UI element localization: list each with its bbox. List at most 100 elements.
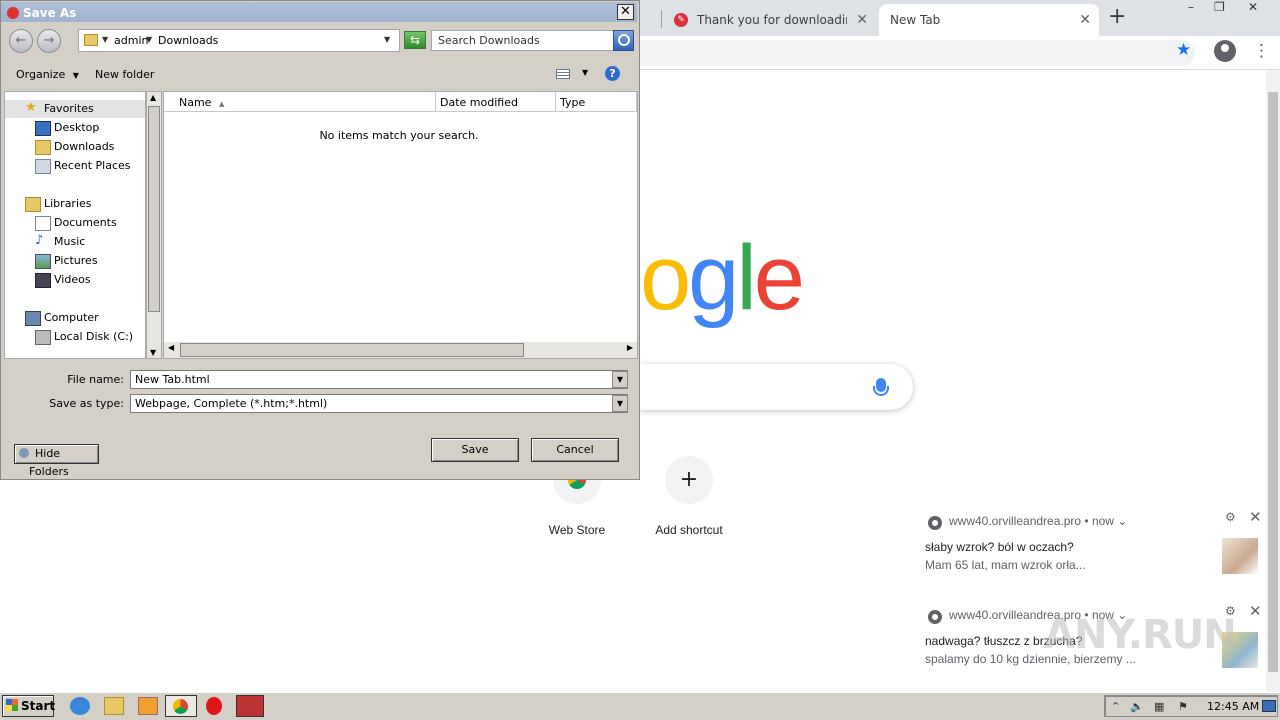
gear-icon[interactable]: ⚙ bbox=[1225, 510, 1236, 524]
watermark: ANY.RUN bbox=[1044, 612, 1237, 658]
page-scrollbar-thumb[interactable] bbox=[1268, 92, 1278, 672]
search-icon[interactable] bbox=[613, 30, 634, 51]
dialog-titlebar[interactable]: Save As bbox=[1, 2, 637, 22]
nav-label: Libraries bbox=[44, 197, 92, 210]
nav-label: Downloads bbox=[54, 140, 115, 153]
back-button[interactable]: ← bbox=[9, 29, 33, 53]
notification-time[interactable]: • now ⌄ bbox=[1084, 514, 1127, 528]
dialog-close-button[interactable]: ✕ bbox=[617, 4, 634, 20]
close-icon[interactable]: ✕ bbox=[1249, 508, 1262, 526]
nav-item-pictures[interactable]: Pictures bbox=[5, 252, 145, 270]
file-list-hscrollbar-thumb[interactable] bbox=[180, 343, 524, 357]
shortcut-add[interactable]: + Add shortcut bbox=[634, 456, 744, 546]
forward-button[interactable]: → bbox=[37, 29, 61, 53]
tab-new-tab[interactable]: New Tab ✕ bbox=[879, 4, 1099, 36]
speaker-icon[interactable]: 🔈 bbox=[1130, 700, 1144, 713]
search-input[interactable]: Search Downloads bbox=[431, 30, 614, 51]
new-tab-button[interactable]: + bbox=[1108, 4, 1126, 29]
internet-explorer-icon[interactable] bbox=[70, 697, 90, 715]
tab-separator bbox=[661, 10, 662, 28]
nav-label: Recent Places bbox=[54, 159, 131, 172]
nav-item-local-disk[interactable]: Local Disk (C:) bbox=[5, 328, 145, 346]
flag-icon[interactable]: ⚑ bbox=[1178, 700, 1188, 713]
address-bar[interactable] bbox=[640, 40, 1195, 66]
clock[interactable]: 12:45 AM bbox=[1207, 700, 1259, 713]
chevron-down-icon[interactable]: ▼ bbox=[582, 68, 588, 77]
libraries-icon bbox=[25, 197, 41, 212]
nav-item-favorites[interactable]: ★ Favorites bbox=[5, 100, 145, 118]
chrome-icon bbox=[173, 699, 188, 714]
organize-button[interactable]: Organize ▼ bbox=[16, 68, 79, 81]
show-desktop-icon[interactable] bbox=[1262, 700, 1276, 712]
bookmark-star-icon[interactable]: ★ bbox=[1176, 40, 1191, 60]
notification[interactable]: www40.orvilleandrea.pro • now ⌄ ⚙ ✕ słab… bbox=[912, 508, 1266, 590]
nav-label: Music bbox=[54, 235, 86, 248]
microphone-icon[interactable] bbox=[873, 378, 889, 396]
sort-arrow-icon: ▲ bbox=[218, 100, 225, 108]
nav-item-documents[interactable]: Documents bbox=[5, 214, 145, 232]
file-name-input[interactable]: New Tab.html bbox=[130, 370, 628, 389]
nav-item-recent-places[interactable]: Recent Places bbox=[5, 157, 145, 175]
nav-item-downloads[interactable]: Downloads bbox=[5, 138, 145, 156]
help-icon[interactable]: ? bbox=[605, 66, 620, 81]
save-button[interactable]: Save bbox=[431, 438, 519, 462]
nav-label: Desktop bbox=[54, 121, 100, 134]
breadcrumb-admin[interactable]: admin bbox=[114, 34, 148, 47]
opera-icon[interactable] bbox=[206, 697, 222, 715]
dialog-address-bar[interactable]: ▼ admin ▼ Downloads ▼ bbox=[78, 29, 400, 52]
chevron-down-icon[interactable]: ▼ bbox=[612, 371, 628, 388]
column-label: Name bbox=[179, 96, 212, 109]
cancel-button[interactable]: Cancel bbox=[531, 438, 619, 462]
collapse-icon bbox=[19, 448, 29, 458]
chrome-icon bbox=[928, 610, 942, 624]
nav-item-videos[interactable]: Videos bbox=[5, 271, 145, 289]
nav-label: Local Disk (C:) bbox=[54, 330, 134, 343]
windows-logo-icon bbox=[6, 699, 18, 711]
nav-item-desktop[interactable]: Desktop bbox=[5, 119, 145, 137]
minimize-button[interactable]: – bbox=[1188, 0, 1194, 14]
chevron-up-icon[interactable]: ▲ bbox=[150, 93, 156, 102]
refresh-button[interactable]: ⇆ bbox=[404, 31, 426, 49]
column-header-date[interactable]: Date modified bbox=[436, 92, 556, 112]
view-options-icon[interactable] bbox=[556, 69, 570, 79]
chevron-right-icon[interactable]: ▶ bbox=[627, 343, 633, 352]
address-dropdown-icon[interactable]: ▼ bbox=[384, 35, 390, 44]
tray-expand-icon[interactable]: ⌃ bbox=[1111, 700, 1120, 713]
new-folder-button[interactable]: New folder bbox=[95, 68, 154, 81]
nav-item-libraries[interactable]: Libraries bbox=[5, 195, 145, 213]
profile-icon[interactable] bbox=[1214, 40, 1236, 62]
tab-thank-you[interactable]: ✎ Thank you for downloading HTT ✕ bbox=[664, 4, 876, 36]
chrome-icon bbox=[928, 516, 942, 530]
window-close-button[interactable]: ✕ bbox=[1248, 0, 1258, 14]
restore-button[interactable]: ❐ bbox=[1214, 0, 1225, 14]
menu-dots-icon[interactable]: ⋮ bbox=[1253, 40, 1270, 62]
breadcrumb-downloads[interactable]: Downloads bbox=[158, 34, 218, 47]
network-icon[interactable]: ▦ bbox=[1154, 700, 1164, 713]
chevron-down-icon[interactable]: ▼ bbox=[150, 348, 156, 357]
nav-item-music[interactable]: ♪ Music bbox=[5, 233, 145, 251]
close-icon[interactable]: ✕ bbox=[1079, 12, 1091, 28]
videos-icon bbox=[35, 273, 51, 288]
notification-title: słaby wzrok? ból w oczach? bbox=[925, 540, 1074, 554]
chevron-left-icon[interactable]: ◀ bbox=[168, 343, 174, 352]
desktop-icon bbox=[35, 121, 51, 136]
chevron-down-icon: ▼ bbox=[72, 71, 79, 80]
winrar-icon[interactable] bbox=[236, 695, 264, 717]
media-player-icon[interactable] bbox=[138, 697, 158, 715]
nav-item-computer[interactable]: Computer bbox=[5, 309, 145, 327]
file-explorer-icon[interactable] bbox=[104, 697, 124, 715]
navigation-pane: ★ Favorites Desktop Downloads Recent Pla… bbox=[4, 91, 146, 359]
chevron-down-icon[interactable]: ▼ bbox=[612, 395, 628, 412]
nav-label: Documents bbox=[54, 216, 117, 229]
column-header-name[interactable]: Name ▲ bbox=[164, 92, 436, 112]
close-icon[interactable]: ✕ bbox=[1249, 602, 1262, 620]
close-icon[interactable]: ✕ bbox=[856, 12, 868, 28]
chevron-down-icon[interactable]: ▼ bbox=[102, 35, 108, 44]
save-type-select[interactable]: Webpage, Complete (*.htm;*.html) bbox=[130, 394, 628, 413]
chevron-down-icon[interactable]: ▼ bbox=[146, 35, 152, 44]
file-name-label: File name: bbox=[67, 373, 124, 386]
nav-scrollbar-thumb[interactable] bbox=[148, 106, 160, 312]
downloads-folder-icon bbox=[35, 140, 51, 155]
column-header-type[interactable]: Type bbox=[556, 92, 637, 112]
empty-message: No items match your search. bbox=[319, 129, 479, 142]
